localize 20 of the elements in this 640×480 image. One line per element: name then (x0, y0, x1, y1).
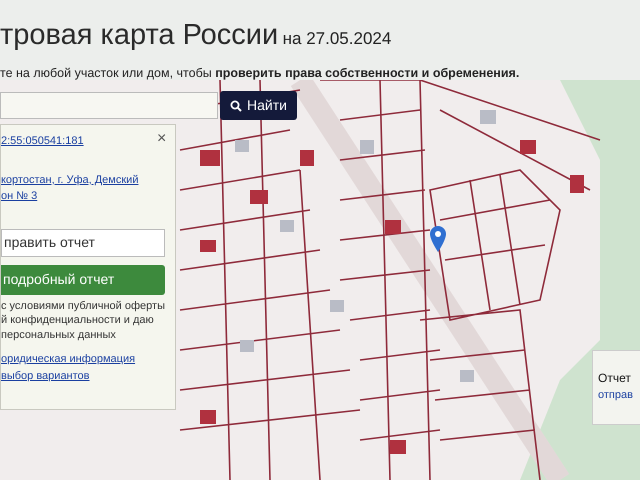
terms-text: с условиями публичной оферты (1, 298, 165, 314)
info-link[interactable]: оридическая информация (1, 351, 136, 368)
search-icon (230, 100, 242, 112)
search-field[interactable] (0, 92, 218, 119)
detailed-report-button[interactable]: подробный отчет (1, 264, 165, 294)
cadastral-number-link[interactable]: 2:55:050541:181 (1, 133, 84, 150)
page-title: тровая карта России (0, 19, 278, 51)
address-link[interactable]: он № 3 (1, 188, 38, 204)
info-link[interactable]: выбор вариантов (1, 368, 90, 384)
search-button[interactable]: Найти (220, 91, 297, 120)
terms-text: персональных данных (1, 328, 116, 344)
map-pin-icon[interactable] (430, 226, 446, 252)
close-button[interactable]: × (157, 131, 166, 147)
instruction-text: те на любой участок или дом, чтобы проверить права собственности и обременения. (0, 64, 520, 82)
report-text: отправ (598, 388, 634, 403)
address-link[interactable]: кортостан, г. Уфа, Демский (1, 172, 138, 188)
date-label: на 27.05.2024 (282, 29, 392, 48)
terms-text: й конфиденциальности и даю (1, 313, 154, 328)
report-title: Отчет (598, 370, 632, 387)
send-report-button[interactable]: править отчет (1, 228, 165, 256)
